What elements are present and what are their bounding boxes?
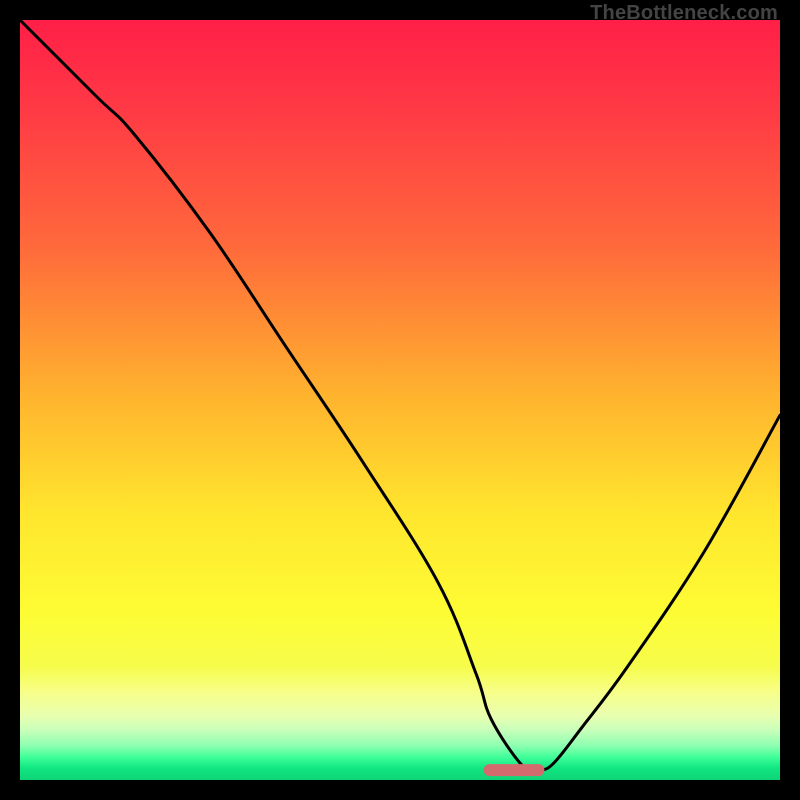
bottleneck-chart <box>20 20 780 780</box>
plot-area <box>20 20 780 780</box>
optimal-marker <box>484 764 545 776</box>
chart-container: TheBottleneck.com <box>0 0 800 800</box>
watermark-text: TheBottleneck.com <box>590 2 778 25</box>
